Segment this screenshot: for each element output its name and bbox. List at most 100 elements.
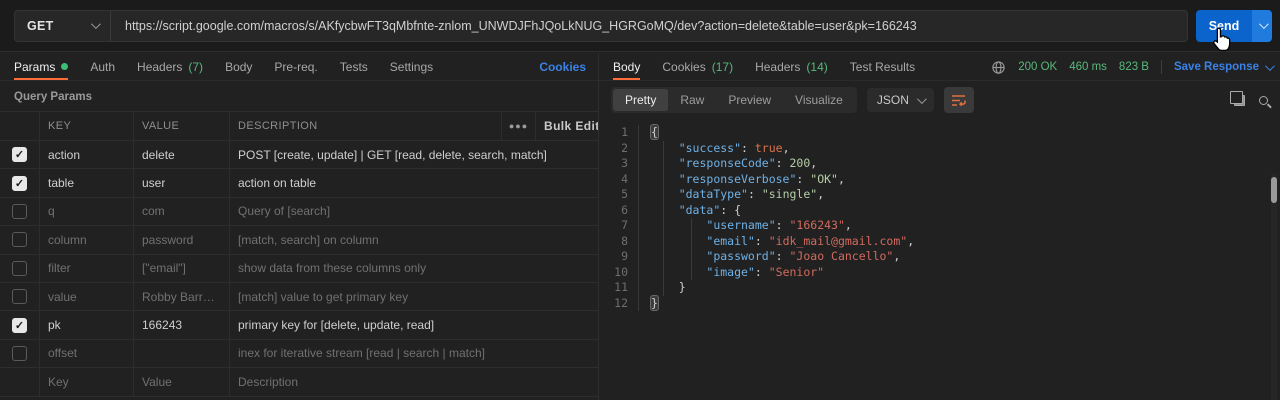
line-number: 4 <box>607 171 639 187</box>
code-text: { <box>650 124 659 141</box>
param-rows: ✓ action delete POST [create, update] | GET… <box>0 141 598 397</box>
response-tab-headers[interactable]: Headers (14) <box>755 53 828 80</box>
bulk-edit-button[interactable]: Bulk Edit <box>536 112 598 140</box>
checkbox-unchecked[interactable] <box>12 289 27 305</box>
scrollbar-track[interactable] <box>1271 173 1277 400</box>
param-value-text: Robby Barraclo... <box>142 289 221 304</box>
more-options-icon[interactable]: ●●● <box>502 112 536 140</box>
request-tab-pre-req[interactable]: Pre-req. <box>274 53 317 80</box>
param-key-cell[interactable]: column <box>40 226 134 254</box>
param-value-cell[interactable]: ["email"] <box>134 254 230 282</box>
request-tab-tests[interactable]: Tests <box>340 53 368 80</box>
param-row-filter: filter ["email"] show data from these colu… <box>0 254 598 283</box>
param-description-cell[interactable]: action on table <box>230 169 598 196</box>
checkbox-unchecked[interactable] <box>12 345 27 361</box>
copy-icon[interactable] <box>1230 90 1245 106</box>
param-key-cell[interactable]: offset <box>40 339 134 368</box>
checkbox-cell <box>0 368 40 396</box>
save-response-button[interactable]: Save Response <box>1174 60 1275 73</box>
request-tab-settings[interactable]: Settings <box>390 53 433 80</box>
wrap-text-icon <box>952 94 967 106</box>
request-tab-label: Body <box>225 59 253 74</box>
checkbox-checked[interactable]: ✓ <box>12 317 27 333</box>
response-body-code[interactable]: 1{2 "success": true, 3 "responseCode": 20… <box>599 119 1280 311</box>
param-key-cell[interactable]: Key <box>40 368 134 396</box>
response-panel: Body Cookies (17) Headers (14) Test Results 2… <box>599 53 1280 400</box>
code-token: "responseCode" <box>678 156 776 170</box>
checkbox-checked[interactable]: ✓ <box>12 175 27 191</box>
request-tab-label: Auth <box>90 59 116 74</box>
checkbox-checked[interactable]: ✓ <box>12 147 27 163</box>
wrap-text-button[interactable] <box>943 87 974 113</box>
format-select[interactable]: JSON <box>866 88 934 112</box>
response-tabs: Body Cookies (17) Headers (14) Test Results 2… <box>599 53 1280 81</box>
cookies-link[interactable]: Cookies <box>539 60 586 74</box>
request-tab-label: Settings <box>389 59 434 74</box>
checkbox-unchecked[interactable] <box>12 260 27 276</box>
param-value-cell[interactable]: Robby Barraclo... <box>134 282 230 311</box>
view-tab-visualize[interactable]: Visualize <box>783 89 855 111</box>
view-tab-preview[interactable]: Preview <box>716 89 783 111</box>
param-description-cell[interactable]: inex for iterative stream [read | search… <box>230 340 598 367</box>
param-value-cell[interactable]: user <box>134 169 230 197</box>
response-time[interactable]: 460 ms <box>1069 61 1107 73</box>
param-key-cell[interactable]: action <box>40 141 134 169</box>
request-tab-label: Headers <box>137 59 183 74</box>
request-tab-label: Params <box>14 59 56 74</box>
response-tab-body[interactable]: Body <box>613 53 641 80</box>
request-tab-params[interactable]: Params <box>14 53 69 80</box>
param-value-cell[interactable]: delete <box>134 141 230 169</box>
view-mode-tabs: Pretty Raw Preview Visualize <box>611 87 857 113</box>
checkbox-cell <box>0 339 40 368</box>
param-description-cell[interactable]: Query of [search] <box>230 198 598 225</box>
checkbox-unchecked[interactable] <box>12 232 27 248</box>
param-key-cell[interactable]: pk <box>40 311 134 339</box>
param-value-cell[interactable]: 166243 <box>134 311 230 339</box>
column-header-value: VALUE <box>134 112 230 140</box>
line-number: 5 <box>607 187 639 203</box>
status-badge[interactable]: 200 OK <box>1018 61 1057 73</box>
param-description-cell[interactable]: [match, search] on column <box>230 226 598 253</box>
code-text: } <box>651 280 686 296</box>
response-tab-test-results[interactable]: Test Results <box>850 53 915 80</box>
request-tab-body[interactable]: Body <box>225 53 252 80</box>
checkbox-unchecked[interactable] <box>12 203 27 219</box>
line-number: 12 <box>607 295 639 311</box>
url-input[interactable] <box>111 18 1187 33</box>
param-row-value: value Robby Barraclo... [match] value to g… <box>0 282 598 312</box>
param-value-cell[interactable]: password <box>134 226 230 254</box>
param-key-cell[interactable]: q <box>40 197 134 226</box>
view-tab-raw[interactable]: Raw <box>668 89 716 111</box>
search-icon[interactable] <box>1259 95 1268 105</box>
param-row-placeholder: Key Value Description <box>0 368 598 397</box>
code-line-10: 10 "image": "Senior" <box>607 264 1280 280</box>
param-key-cell[interactable]: value <box>40 282 134 311</box>
param-value-cell[interactable] <box>134 339 230 368</box>
param-description-cell[interactable]: [match] value to get primary key <box>230 283 598 310</box>
code-line-1: 1{ <box>607 124 1280 141</box>
param-description-cell[interactable]: primary key for [delete, update, read] <box>230 311 598 338</box>
param-key-cell[interactable]: filter <box>40 254 134 282</box>
request-tab-headers[interactable]: Headers (7) <box>137 53 203 80</box>
param-row-q: q com Query of [search] <box>0 197 598 227</box>
scrollbar-thumb[interactable] <box>1271 177 1277 203</box>
send-button[interactable]: Send <box>1196 9 1252 42</box>
request-tabs: Params Auth Headers (7) Body Pre-req. Tests Set… <box>0 53 598 81</box>
param-description-cell[interactable]: POST [create, update] | GET [read, delet… <box>230 141 598 168</box>
param-key-cell[interactable]: table <box>40 169 134 197</box>
param-description-cell[interactable]: show data from these columns only <box>230 255 598 282</box>
param-description-cell[interactable]: Description <box>230 368 598 395</box>
response-size[interactable]: 823 B <box>1119 61 1149 73</box>
view-tab-pretty[interactable]: Pretty <box>613 89 669 111</box>
network-globe-icon[interactable] <box>991 60 1006 75</box>
param-value-cell[interactable]: Value <box>134 368 230 396</box>
query-params-table: KEY VALUE DESCRIPTION ●●● Bulk Edit ✓ act… <box>0 111 598 397</box>
send-split-button: Send <box>1196 9 1272 42</box>
response-tab-cookies[interactable]: Cookies (17) <box>662 53 733 80</box>
request-tab-auth[interactable]: Auth <box>90 53 115 80</box>
send-options-button[interactable] <box>1252 9 1272 42</box>
method-selector[interactable]: GET <box>15 10 111 41</box>
param-value-cell[interactable]: com <box>134 197 230 226</box>
